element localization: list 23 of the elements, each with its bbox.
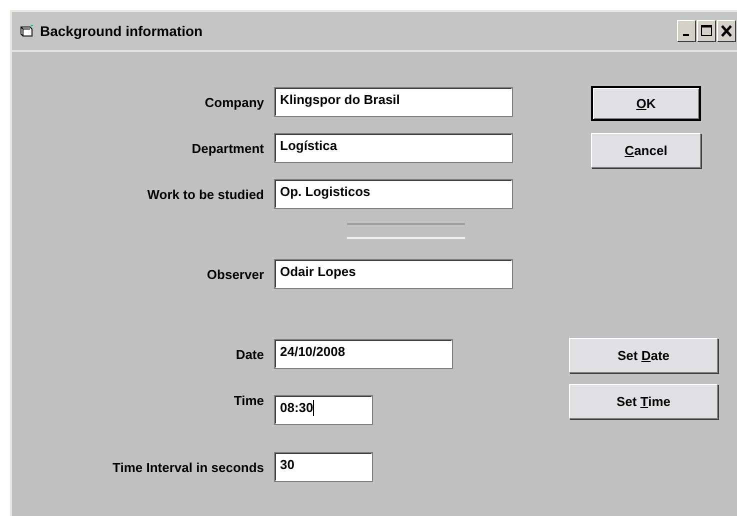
minimize-icon[interactable] — [677, 20, 696, 42]
field-label: Department — [190, 140, 265, 156]
text-field[interactable]: 24/10/2008 — [274, 339, 453, 369]
field-label: Date — [234, 346, 265, 362]
ok-button[interactable]: OK — [591, 86, 701, 121]
text-field[interactable]: Klingspor do Brasil — [274, 87, 513, 117]
cancel-button[interactable]: Cancel — [591, 133, 701, 168]
field-label: Observer — [206, 266, 265, 282]
text-field[interactable]: Odair Lopes — [274, 259, 513, 289]
text-field[interactable]: 30 — [274, 452, 373, 482]
close-icon[interactable] — [717, 20, 736, 42]
window-title: Background information — [40, 23, 204, 39]
window-icon — [20, 24, 34, 38]
field-label: Time Interval in seconds — [112, 460, 265, 474]
field-label: Work to be studied — [146, 186, 265, 202]
field-label: Time — [232, 393, 265, 408]
maximize-icon[interactable] — [697, 20, 716, 42]
text-field[interactable]: 08:30 — [274, 395, 373, 425]
set-date-button[interactable]: Set Date — [569, 338, 718, 373]
text-field[interactable]: Op. Logisticos — [274, 179, 513, 209]
set-time-button[interactable]: Set Time — [569, 384, 718, 419]
text-field[interactable]: Logística — [274, 133, 513, 163]
field-label: Company — [204, 94, 265, 110]
